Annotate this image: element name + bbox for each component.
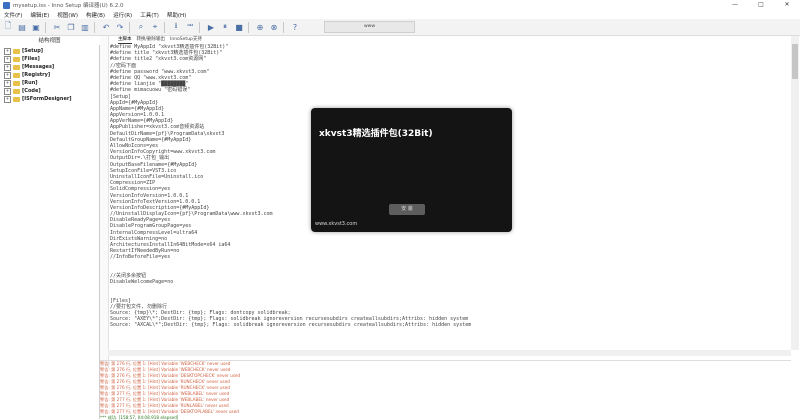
tree-item-label: [Registry] [22, 72, 51, 78]
tree-item-label: [Run] [22, 80, 38, 86]
folder-icon [13, 96, 20, 102]
new-file-icon[interactable]: 🗋 [2, 21, 14, 33]
scroll-thumb[interactable] [792, 44, 798, 79]
toolbar-separator [94, 21, 95, 33]
expand-toggle[interactable]: + [4, 95, 11, 103]
open-file-icon[interactable]: ▤ [16, 21, 28, 33]
pause-icon[interactable]: ⏸ [219, 21, 231, 33]
tree-item-run[interactable]: + [Run] [4, 79, 38, 87]
tree-item-messages[interactable]: + [Messages] [4, 63, 54, 71]
installer-title: xkvst3精选插件包(32Bit) [319, 129, 433, 139]
editor-tabs: 主脚本 转换/删除输出 InnoSetup支持 [118, 36, 207, 44]
title-bar: mysetup.iss - Inno Setup 编译器(U) 6.2.0 — … [0, 0, 800, 10]
tree-item-label: [Setup] [22, 48, 44, 54]
tree-item-label: [ISFormDesigner] [22, 96, 72, 102]
folder-icon [13, 48, 20, 54]
menu-tools[interactable]: 工具(T) [140, 11, 159, 19]
editor-vertical-scrollbar[interactable] [791, 36, 799, 350]
find-icon[interactable]: ⌕ [135, 21, 147, 33]
menu-build[interactable]: 构建(B) [86, 11, 105, 19]
compile-icon[interactable]: ⭳ [170, 21, 182, 33]
installer-preview-window: xkvst3精选插件包(32Bit) 安 装 www.xkvst3.com [311, 108, 512, 232]
maximize-button[interactable]: □ [748, 0, 774, 10]
menu-file[interactable]: 文件(F) [4, 11, 22, 19]
cut-icon[interactable]: ✂ [51, 21, 63, 33]
find-next-icon[interactable]: ⌖ [149, 21, 161, 33]
toolbar-separator [199, 21, 200, 33]
toolbar: 🗋 ▤ ▣ ✂ ❐ ▥ ↶ ↷ ⌕ ⌖ ⭳ ⭲ ▶ ⏸ ■ ⊕ ⊗ ? www [0, 19, 800, 36]
installer-url: www.xkvst3.com [315, 221, 358, 227]
expand-toggle[interactable]: + [4, 63, 11, 71]
help-icon[interactable]: ? [289, 21, 301, 33]
menu-edit[interactable]: 编辑(E) [30, 11, 49, 19]
target-icon[interactable]: ⊕ [254, 21, 266, 33]
tab-innosetup-support[interactable]: InnoSetup支持 [170, 36, 202, 44]
editor-horizontal-scrollbar[interactable] [108, 350, 791, 356]
menu-help[interactable]: 帮助(H) [167, 11, 186, 19]
redo-icon[interactable]: ↷ [114, 21, 126, 33]
expand-toggle[interactable]: + [4, 55, 11, 63]
tree-item-label: [Code] [22, 88, 41, 94]
toolbar-search-field[interactable]: www [324, 21, 415, 33]
menu-run[interactable]: 运行(R) [113, 11, 132, 19]
stop-compile-icon[interactable]: ⭲ [184, 21, 196, 33]
toolbar-separator [248, 21, 249, 33]
tree-item-label: [Messages] [22, 64, 55, 70]
expand-toggle[interactable]: + [4, 87, 11, 95]
toolbar-separator [45, 21, 46, 33]
folder-icon [13, 88, 20, 94]
compiler-output-panel: 警告: 第 276 行, 位置 1: [Hint] Variable 'WEBC… [100, 360, 791, 420]
expand-toggle[interactable]: + [4, 79, 11, 87]
structure-tree: + [Setup] + [Files] + [Messages] + [Regi… [0, 45, 100, 419]
folder-icon [13, 64, 20, 70]
tab-convert-output[interactable]: 转换/删除输出 [137, 36, 166, 44]
build-status-line: *** 成功. [158:57, 04:08.918 elapsed] [100, 415, 179, 420]
structure-panel-title: 结构视图 [38, 38, 61, 44]
tree-item-code[interactable]: + [Code] [4, 87, 41, 95]
close-button[interactable]: ✕ [774, 0, 800, 10]
app-icon [3, 1, 10, 9]
tree-item-setup[interactable]: + [Setup] [4, 47, 43, 55]
undo-icon[interactable]: ↶ [100, 21, 112, 33]
tree-item-registry[interactable]: + [Registry] [4, 71, 50, 79]
paste-icon[interactable]: ▥ [79, 21, 91, 33]
tab-main-script[interactable]: 主脚本 [118, 36, 132, 44]
toolbar-separator [129, 21, 130, 33]
folder-icon [13, 72, 20, 78]
folder-icon [13, 56, 20, 62]
toolbar-separator [164, 21, 165, 33]
minimize-button[interactable]: — [722, 0, 748, 10]
toolbar-separator [283, 21, 284, 33]
tree-item-label: [Files] [22, 56, 40, 62]
folder-icon [13, 80, 20, 86]
stop-icon[interactable]: ■ [233, 21, 245, 33]
menu-view[interactable]: 视图(W) [57, 11, 78, 19]
copy-icon[interactable]: ❐ [65, 21, 77, 33]
tree-item-isformdesigner[interactable]: + [ISFormDesigner] [4, 95, 72, 103]
expand-toggle[interactable]: + [4, 47, 11, 55]
uninstall-icon[interactable]: ⊗ [268, 21, 280, 33]
code-line: Source: "AXCAL\*";DestDir: {tmp}; Flags:… [110, 322, 472, 329]
line-gutter [100, 36, 109, 368]
save-icon[interactable]: ▣ [30, 21, 42, 33]
install-button[interactable]: 安 装 [389, 204, 425, 215]
run-icon[interactable]: ▶ [205, 21, 217, 33]
tree-item-files[interactable]: + [Files] [4, 55, 40, 63]
window-title: mysetup.iss - Inno Setup 编译器(U) 6.2.0 [13, 3, 124, 9]
expand-toggle[interactable]: + [4, 71, 11, 79]
window-controls: — □ ✕ [722, 0, 800, 10]
menu-bar: 文件(F) 编辑(E) 视图(W) 构建(B) 运行(R) 工具(T) 帮助(H… [0, 10, 800, 19]
